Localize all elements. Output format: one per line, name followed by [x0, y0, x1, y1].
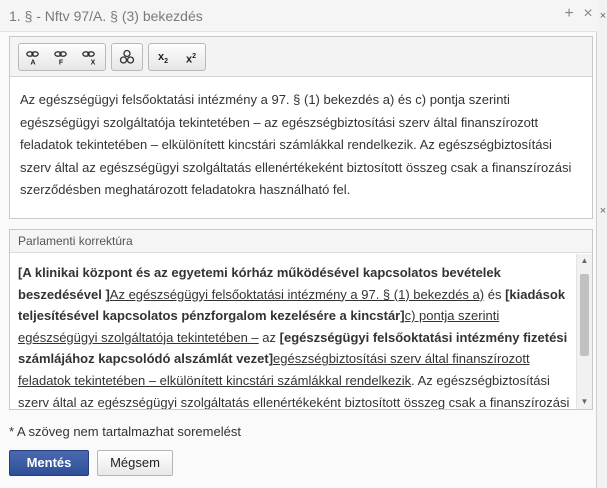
dialog-title: 1. § - Nftv 97/A. § (3) bekezdés — [9, 8, 203, 24]
correction-title: Parlamenti korrektúra — [18, 234, 133, 248]
correction-segment-plain: az — [258, 329, 280, 345]
maximize-icon[interactable]: + — [562, 6, 576, 22]
scroll-thumb[interactable] — [580, 274, 589, 356]
link-footnote-sub: F — [59, 60, 64, 66]
side-close-icon[interactable]: × — [599, 10, 607, 22]
link-anchor-icon[interactable]: A — [22, 47, 44, 67]
correction-segment-underline: Az egészségügyi felsőoktatási intézmény … — [109, 286, 485, 302]
scroll-down-icon[interactable]: ▼ — [577, 395, 592, 409]
correction-scrollbar[interactable]: ▲ ▼ — [576, 254, 592, 409]
toolbar-group-misc — [111, 43, 143, 71]
superscript-icon[interactable]: x2 — [180, 47, 202, 67]
link-remove-sub: X — [91, 60, 96, 66]
correction-content: [A klinikai központ és az egyetemi kórhá… — [18, 262, 574, 409]
superscript-mark: 2 — [192, 53, 197, 60]
edit-dialog: 1. § - Nftv 97/A. § (3) bekezdés + × A F… — [0, 0, 597, 488]
save-button[interactable]: Mentés — [9, 450, 89, 476]
editor-content[interactable]: Az egészségügyi felsőoktatási intézmény … — [20, 89, 582, 202]
cancel-button[interactable]: Mégsem — [97, 450, 173, 476]
subscript-icon[interactable]: x2 — [152, 47, 174, 67]
editor-toolbar: A F X x2 x2 — [10, 37, 592, 77]
footer-note: * A szöveg nem tartalmazhat soremelést — [9, 424, 241, 439]
correction-scroll-area[interactable]: [A klinikai központ és az egyetemi kórhá… — [10, 254, 592, 409]
link-anchor-sub: A — [30, 60, 35, 66]
parliament-correction-panel: Parlamenti korrektúra [A klinikai közpon… — [9, 229, 593, 410]
link-remove-icon[interactable]: X — [78, 47, 100, 67]
toolbar-group-script: x2 x2 — [148, 43, 206, 71]
correction-header: Parlamenti korrektúra — [10, 230, 592, 253]
subscript-mark: 2 — [164, 58, 169, 66]
side-close-icon-2[interactable]: × — [599, 205, 607, 217]
group-icon[interactable] — [116, 47, 138, 67]
text-editor[interactable]: A F X x2 x2 Az egészségügyi felsőoktatás… — [9, 36, 593, 219]
dialog-titlebar[interactable]: 1. § - Nftv 97/A. § (3) bekezdés + × — [0, 0, 597, 32]
scroll-up-icon[interactable]: ▲ — [577, 254, 592, 268]
toolbar-group-links: A F X — [18, 43, 106, 71]
link-footnote-icon[interactable]: F — [50, 47, 72, 67]
close-icon[interactable]: × — [581, 6, 595, 22]
correction-segment-plain: és — [484, 286, 506, 302]
